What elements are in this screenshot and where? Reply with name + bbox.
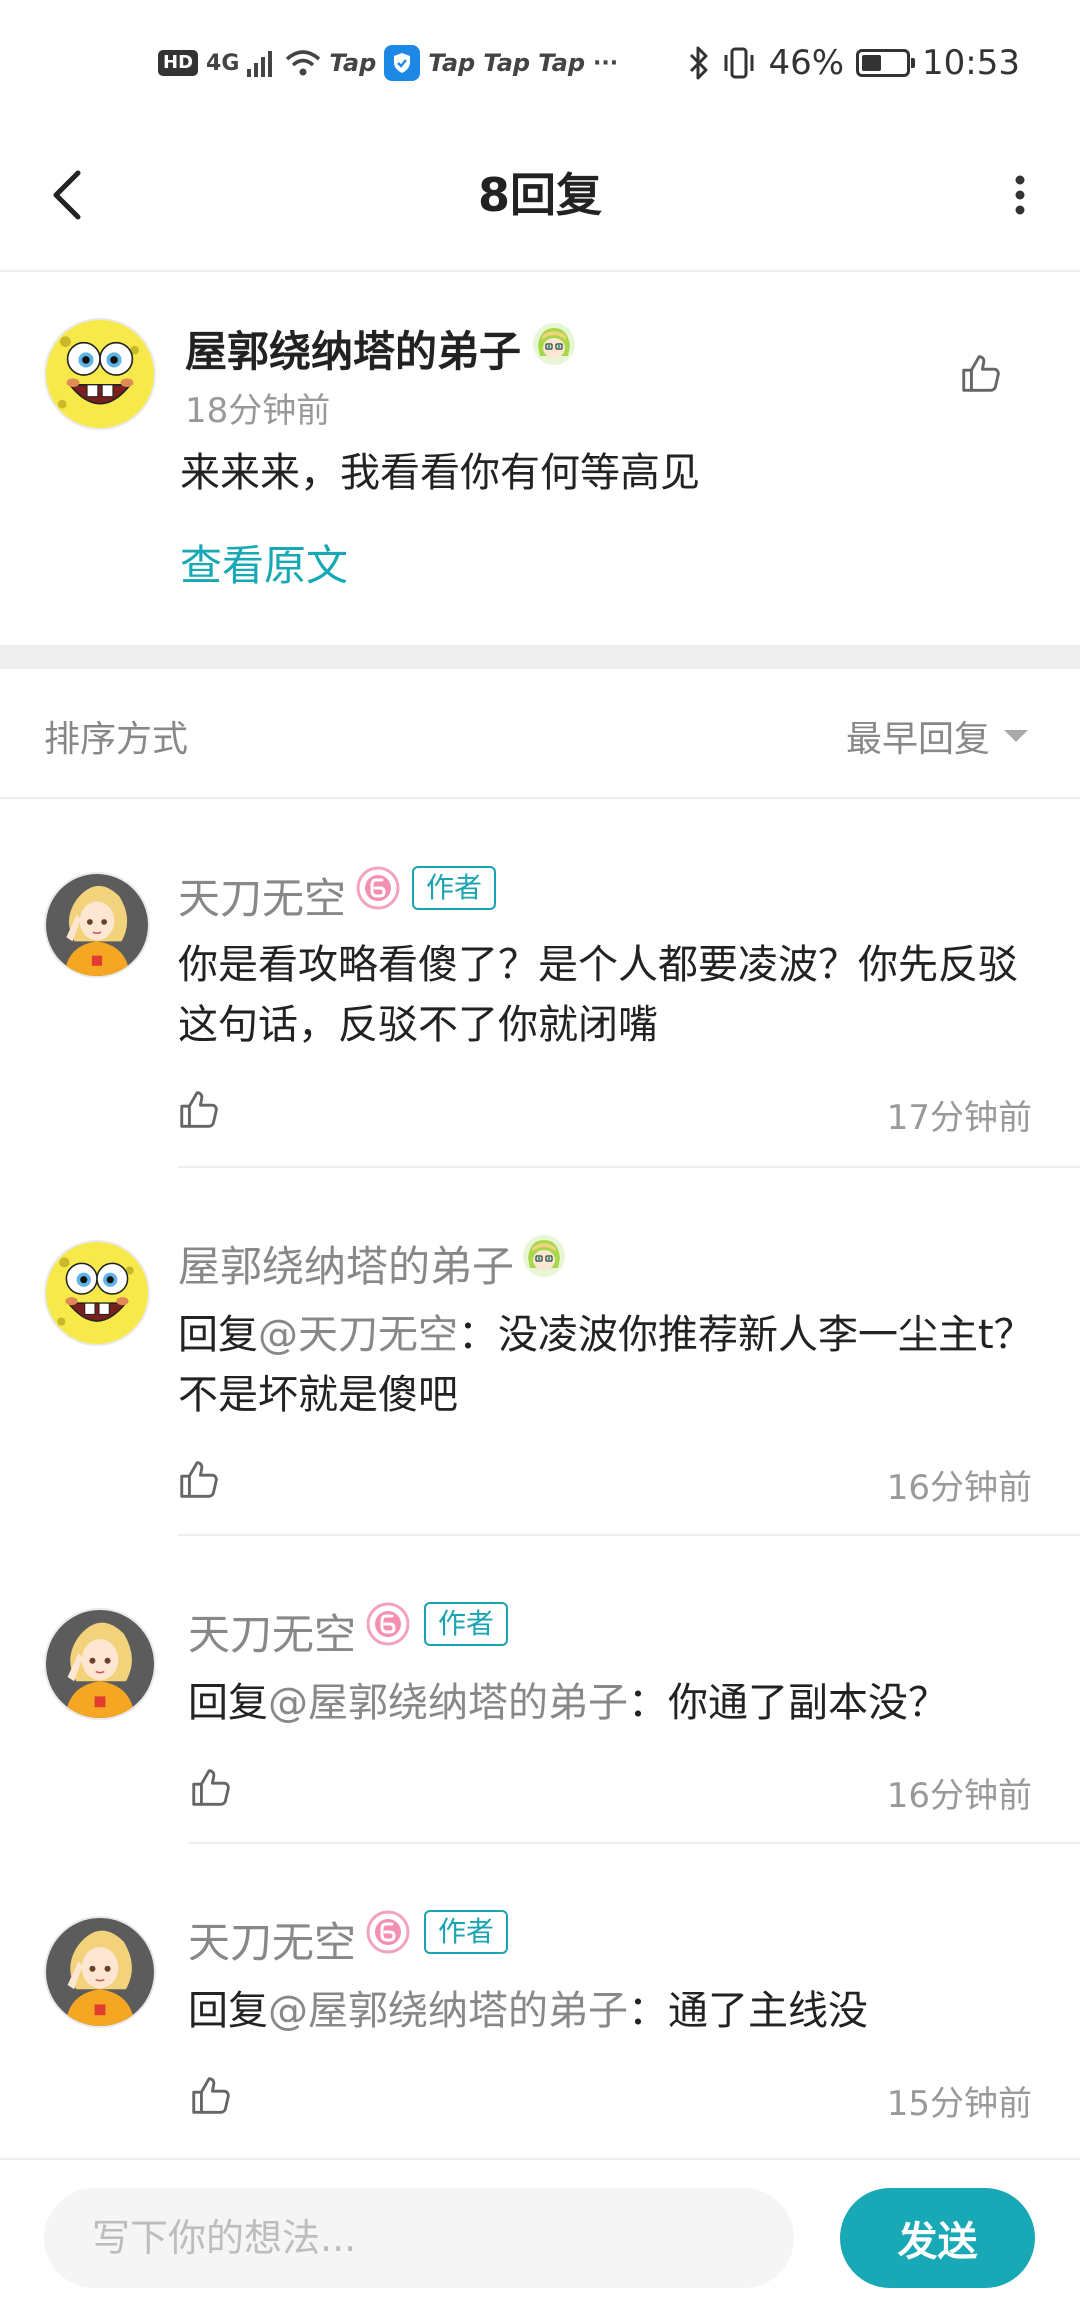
clock: 10:53 [922, 43, 1020, 83]
avatar-image [46, 1242, 148, 1344]
send-button[interactable]: 发送 [840, 2188, 1035, 2288]
header-divider [0, 270, 1080, 272]
mention-link[interactable]: @天刀无空 [258, 1312, 458, 1358]
avatar-image [46, 320, 154, 428]
sort-label: 排序方式 [44, 719, 189, 760]
like-icon[interactable] [188, 1764, 234, 1810]
tap-app-notification-2: Tap [428, 49, 476, 77]
mention-link[interactable]: @屋郭绕纳塔的弟子 [268, 1680, 628, 1726]
reply-content: 回复@屋郭绕纳塔的弟子：通了主线没 [188, 1981, 1038, 2041]
avatar[interactable] [44, 1240, 150, 1346]
wifi-icon [286, 50, 321, 76]
reply-username[interactable]: 天刀无空 [188, 1909, 356, 1970]
reply-text: ：你通了副本没？ [628, 1680, 948, 1726]
level-badge-icon [366, 1910, 410, 1954]
reply-prefix: 回复 [178, 1312, 258, 1358]
tap-app-notification-4: Tap [538, 49, 586, 77]
main-post-username[interactable]: 屋郭绕纳塔的弟子 [185, 318, 521, 379]
reply-prefix: 回复 [188, 1988, 268, 2034]
sort-selected-value: 最早回复 [845, 719, 990, 760]
reply-content: 回复@屋郭绕纳塔的弟子：你通了副本没？ [188, 1673, 1038, 1733]
dropdown-arrow-icon [1004, 730, 1028, 742]
reply-time: 15分钟前 [886, 2084, 1032, 2124]
sort-dropdown[interactable]: 最早回复 [846, 710, 1028, 762]
status-bar: HD 4G Tap Tap Tap Tap ··· 46% 10:53 [0, 0, 1080, 120]
like-icon[interactable] [176, 1086, 222, 1132]
reply-content: 你是看攻略看傻了？是个人都要凌波？你先反驳这句话，反驳不了你就闭嘴 [178, 942, 1018, 1048]
avatar[interactable] [44, 318, 156, 430]
reply-time: 16分钟前 [886, 1468, 1032, 1508]
more-notifications-icon: ··· [593, 50, 619, 76]
avatar-image [46, 874, 148, 976]
sort-divider [0, 797, 1080, 799]
main-post-time: 18分钟前 [185, 391, 331, 431]
reply-username[interactable]: 天刀无空 [178, 865, 346, 926]
battery-percent: 46% [768, 43, 845, 83]
battery-icon [856, 49, 916, 77]
reply-time: 16分钟前 [886, 1776, 1032, 1816]
bluetooth-icon [690, 46, 708, 80]
like-icon[interactable] [188, 2072, 234, 2118]
tap-app-notification-1: Tap [329, 49, 377, 77]
author-badge: 作者 [424, 1602, 509, 1646]
more-vertical-icon [1015, 175, 1025, 215]
mention-link[interactable]: @屋郭绕纳塔的弟子 [268, 1988, 628, 2034]
user-badge-icon [532, 322, 576, 366]
level-badge-icon [366, 1602, 410, 1646]
shield-app-icon [384, 45, 421, 81]
section-separator [0, 645, 1080, 669]
user-badge-icon [522, 1234, 566, 1278]
more-options-button[interactable] [1000, 160, 1040, 230]
reply-divider [188, 1842, 1080, 1844]
vibrate-icon [724, 47, 754, 79]
reply-prefix: 回复 [188, 1680, 268, 1726]
reply-text: ：通了主线没 [628, 1988, 868, 2034]
reply-content: 回复@天刀无空：没凌波你推荐新人李一尘主t？不是坏就是傻吧 [178, 1305, 1038, 1425]
author-badge: 作者 [412, 866, 497, 910]
author-badge: 作者 [424, 1910, 509, 1954]
like-icon[interactable] [176, 1456, 222, 1502]
like-icon[interactable] [958, 350, 1004, 396]
tap-app-notification-3: Tap [483, 49, 531, 77]
comment-input[interactable] [44, 2188, 794, 2288]
signal-icon [247, 51, 273, 77]
view-original-link[interactable]: 查看原文 [180, 532, 348, 593]
status-right: 46% 10:53 [688, 38, 1020, 88]
reply-divider [178, 1166, 1080, 1168]
hd-icon: HD [158, 50, 199, 76]
avatar-image [46, 1610, 154, 1718]
reply-divider [178, 1534, 1080, 1536]
avatar[interactable] [44, 1608, 156, 1720]
reply-username[interactable]: 天刀无空 [188, 1601, 356, 1662]
network-type: 4G [206, 50, 240, 76]
page-title: 8回复 [477, 168, 602, 222]
avatar-image [46, 1918, 154, 2026]
status-left: HD 4G Tap Tap Tap Tap ··· [158, 40, 618, 86]
main-post-content: 来来来，我看看你有何等高见 [180, 450, 700, 496]
level-badge-icon [356, 866, 400, 910]
reply-username[interactable]: 屋郭绕纳塔的弟子 [178, 1233, 514, 1294]
reply-time: 17分钟前 [886, 1098, 1032, 1138]
header: 8回复 [0, 120, 1080, 270]
avatar[interactable] [44, 1916, 156, 2028]
composer-bar: 发送 [0, 2160, 1080, 2310]
avatar[interactable] [44, 872, 150, 978]
